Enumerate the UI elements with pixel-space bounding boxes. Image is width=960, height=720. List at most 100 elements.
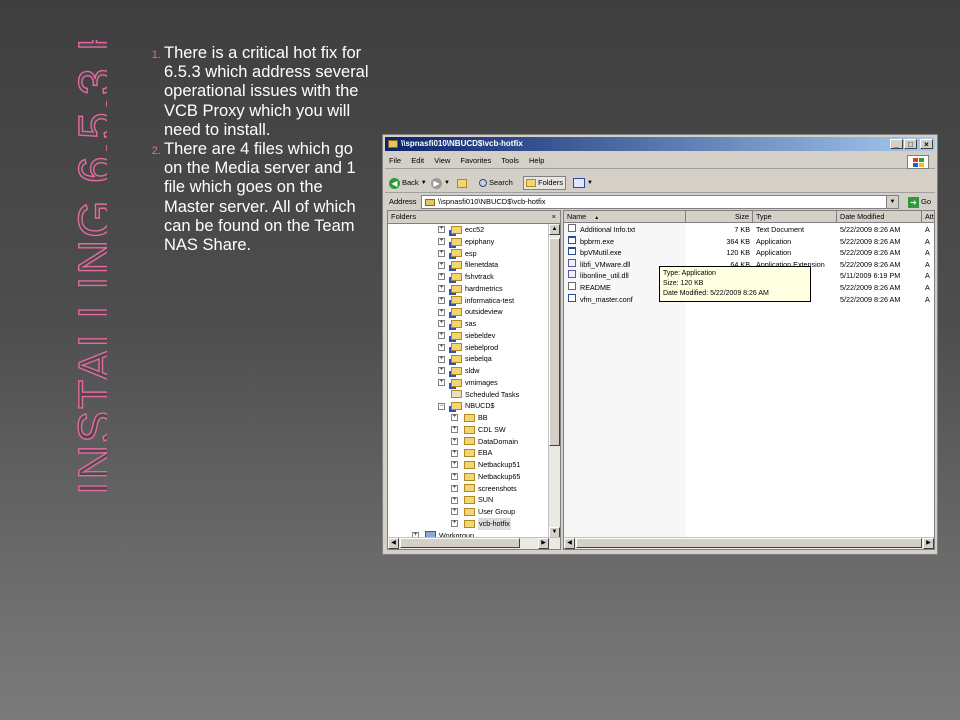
tree-item[interactable]: + DataDomain xyxy=(451,436,518,448)
tree-item[interactable]: + hardmetrics xyxy=(438,283,503,295)
tree-item[interactable]: + EBA xyxy=(451,447,492,459)
tree-item[interactable]: + informatica-test xyxy=(438,295,514,307)
tree-item[interactable]: + vmimages xyxy=(438,377,498,389)
minimize-button[interactable]: _ xyxy=(890,139,903,149)
tree-expander-icon[interactable]: + xyxy=(438,285,445,293)
tree-expander-icon[interactable]: + xyxy=(438,367,445,375)
tree-item[interactable]: + siebeldev xyxy=(438,330,495,342)
file-row[interactable]: bpVMutil.exe 120 KB Application 5/22/2009 8… xyxy=(564,247,934,259)
scroll-up-icon[interactable]: ▲ xyxy=(549,224,560,235)
files-horizontal-scrollbar[interactable]: ◀ ▶ xyxy=(564,537,934,549)
scroll-thumb[interactable] xyxy=(400,538,520,548)
tree-expander-icon[interactable]: + xyxy=(451,437,458,445)
file-type: Application xyxy=(756,236,792,246)
window-titlebar[interactable]: \\spnasfi010\NBUCD$\vcb-hotfix _ □ × xyxy=(385,137,935,151)
address-dropdown-button[interactable]: ▼ xyxy=(886,196,898,208)
tree-expander-icon[interactable]: − xyxy=(438,402,445,410)
folders-button[interactable]: Folders xyxy=(523,176,567,190)
file-row[interactable]: bpbrm.exe 364 KB Application 5/22/2009 8:26… xyxy=(564,235,934,248)
tooltip-date: Date Modified: 5/22/2009 8:26 AM xyxy=(663,290,769,297)
tree-item-label: CDL SW xyxy=(478,424,506,434)
tree-expander-icon[interactable]: + xyxy=(451,461,458,469)
close-pane-icon[interactable]: × xyxy=(552,211,556,223)
scroll-right-icon[interactable]: ▶ xyxy=(923,538,934,549)
tree-expander-icon[interactable]: + xyxy=(438,343,445,351)
tree-expander-icon[interactable]: + xyxy=(438,226,445,234)
menu-help[interactable]: Help xyxy=(525,154,548,168)
tree-item[interactable]: + siebelqa xyxy=(438,353,492,366)
tree-expander-icon[interactable]: + xyxy=(438,273,445,281)
tree-expander-icon[interactable]: + xyxy=(451,414,458,422)
column-header-size[interactable]: Size xyxy=(686,211,753,223)
address-input[interactable]: \\spnasfi010\NBUCD$\vcb-hotfix ▼ xyxy=(421,195,899,209)
close-button[interactable]: × xyxy=(920,139,933,149)
tree-expander-icon[interactable]: + xyxy=(451,473,458,481)
menu-tools[interactable]: Tools xyxy=(497,154,523,168)
views-button[interactable]: ▼ xyxy=(573,176,593,190)
tree-item[interactable]: + ecc52 xyxy=(438,224,484,236)
tree-item[interactable]: + sas xyxy=(438,318,476,330)
go-button[interactable]: ➜ Go xyxy=(907,196,931,208)
menu-file[interactable]: File xyxy=(385,154,405,168)
tree-expander-icon[interactable]: + xyxy=(451,484,458,492)
menu-view[interactable]: View xyxy=(430,154,454,168)
tree-expander-icon[interactable]: + xyxy=(438,238,445,246)
folder-icon xyxy=(464,460,475,469)
tree-item[interactable]: Scheduled Tasks xyxy=(438,389,519,401)
scroll-thumb[interactable] xyxy=(549,238,560,446)
tree-expander-icon[interactable]: + xyxy=(438,296,445,304)
scroll-left-icon[interactable]: ◀ xyxy=(388,538,399,549)
dll-file-icon xyxy=(568,258,576,267)
tree-item[interactable]: + BB xyxy=(451,412,488,424)
tree-item[interactable]: + vcb-hotfix xyxy=(451,517,511,530)
tree-expander-icon[interactable]: + xyxy=(438,249,445,257)
folder-icon xyxy=(464,484,475,493)
column-header-type[interactable]: Type xyxy=(753,211,837,223)
folders-horizontal-scrollbar[interactable]: ◀ ▶ xyxy=(388,537,560,549)
scroll-thumb[interactable] xyxy=(576,538,922,548)
tree-expander-icon[interactable]: + xyxy=(438,355,445,363)
menu-favorites[interactable]: Favorites xyxy=(456,154,495,168)
column-header-name[interactable]: Name ▲ xyxy=(564,211,686,223)
tree-item[interactable]: + fshvtrack xyxy=(438,271,494,283)
folders-vertical-scrollbar[interactable]: ▲ ▼ xyxy=(548,224,560,538)
back-button[interactable]: ◀ Back ▼ xyxy=(389,176,427,190)
forward-button[interactable]: ▶ ▼ xyxy=(431,176,450,190)
tree-expander-icon[interactable]: + xyxy=(451,449,458,457)
up-folder-button[interactable] xyxy=(457,176,467,190)
tree-item[interactable]: − NBUCD$ xyxy=(438,400,495,413)
tree-item[interactable]: + screenshots xyxy=(451,483,517,495)
tree-item[interactable]: + Netbackup65 xyxy=(451,471,520,483)
window-title: \\spnasfi010\NBUCD$\vcb-hotfix xyxy=(401,139,523,148)
tree-expander-icon[interactable]: + xyxy=(451,520,458,528)
file-row[interactable]: Additional Info.txt 7 KB Text Document 5/22… xyxy=(564,224,934,236)
tree-expander-icon[interactable]: + xyxy=(438,320,445,328)
folders-pane: Folders × + ecc52 + epiphany + esp + filenetdat… xyxy=(387,210,561,550)
tree-item[interactable]: + Netbackup51 xyxy=(451,459,520,471)
column-header-attributes[interactable]: Att xyxy=(922,211,934,223)
tree-item[interactable]: + siebelprod xyxy=(438,342,498,354)
tree-item[interactable]: + sldw xyxy=(438,365,479,377)
tree-item[interactable]: + epiphany xyxy=(438,236,494,248)
tree-expander-icon[interactable]: + xyxy=(451,508,458,516)
tree-expander-icon[interactable]: + xyxy=(451,496,458,504)
tree-item[interactable]: + CDL SW xyxy=(451,424,506,436)
tree-expander-icon[interactable]: + xyxy=(438,379,445,387)
scroll-right-icon[interactable]: ▶ xyxy=(538,538,549,549)
tree-item[interactable]: + User Group xyxy=(451,506,515,518)
maximize-button[interactable]: □ xyxy=(904,139,917,149)
tree-item[interactable]: + filenetdata xyxy=(438,259,498,272)
column-header-date[interactable]: Date Modified xyxy=(837,211,922,223)
tree-expander-icon[interactable]: + xyxy=(451,426,458,434)
search-button[interactable]: Search xyxy=(479,176,513,190)
tree-expander-icon[interactable]: + xyxy=(438,261,445,269)
tree-expander-icon[interactable]: + xyxy=(438,308,445,316)
tree-expander-icon[interactable]: + xyxy=(438,332,445,340)
tree-item-label: siebeldev xyxy=(465,330,496,340)
tree-item[interactable]: + outsideview xyxy=(438,306,503,319)
tree-item[interactable]: + SUN xyxy=(451,494,493,506)
scroll-left-icon[interactable]: ◀ xyxy=(564,538,575,549)
menu-edit[interactable]: Edit xyxy=(407,154,428,168)
file-type: Application xyxy=(756,248,792,258)
tree-item[interactable]: + esp xyxy=(438,248,477,260)
